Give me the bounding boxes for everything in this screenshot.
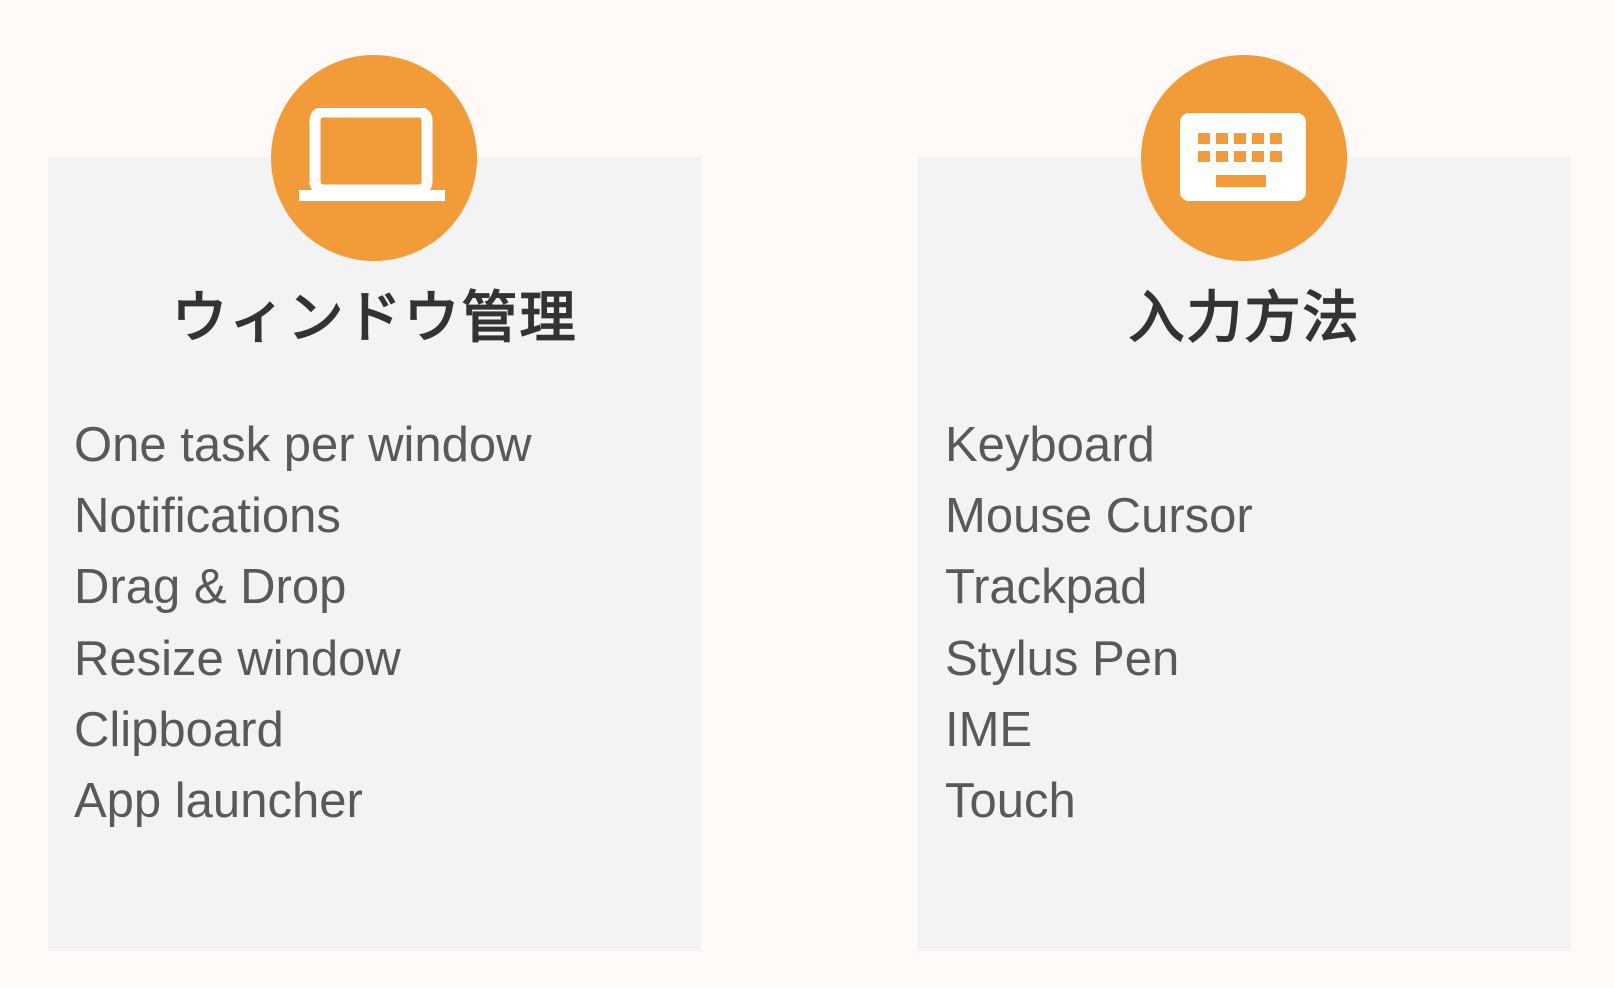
list-item: Touch bbox=[945, 773, 1076, 828]
laptop-icon bbox=[299, 108, 445, 201]
list-item: IME bbox=[945, 702, 1033, 757]
list-item: Trackpad bbox=[945, 560, 1148, 615]
list-item: Mouse Cursor bbox=[945, 489, 1253, 544]
list-item: App launcher bbox=[74, 773, 363, 828]
input-methods-badge bbox=[1141, 55, 1347, 261]
list-item: Keyboard bbox=[945, 418, 1155, 472]
list-item: Notifications bbox=[74, 489, 341, 544]
input-methods-list: Keyboard Mouse Cursor Trackpad Stylus Pe… bbox=[945, 410, 1253, 837]
keyboard-icon bbox=[1180, 113, 1306, 201]
input-methods-title: 入力方法 bbox=[1128, 286, 1361, 351]
window-management-list: One task per window Notifications Drag &… bbox=[74, 410, 532, 837]
list-item: Resize window bbox=[74, 631, 401, 686]
window-management-title: ウィンドウ管理 bbox=[171, 286, 578, 351]
list-item: Stylus Pen bbox=[945, 631, 1180, 686]
window-management-badge bbox=[271, 55, 477, 261]
list-item: Drag & Drop bbox=[74, 560, 347, 615]
list-item: Clipboard bbox=[74, 702, 284, 757]
list-item: One task per window bbox=[74, 418, 532, 472]
